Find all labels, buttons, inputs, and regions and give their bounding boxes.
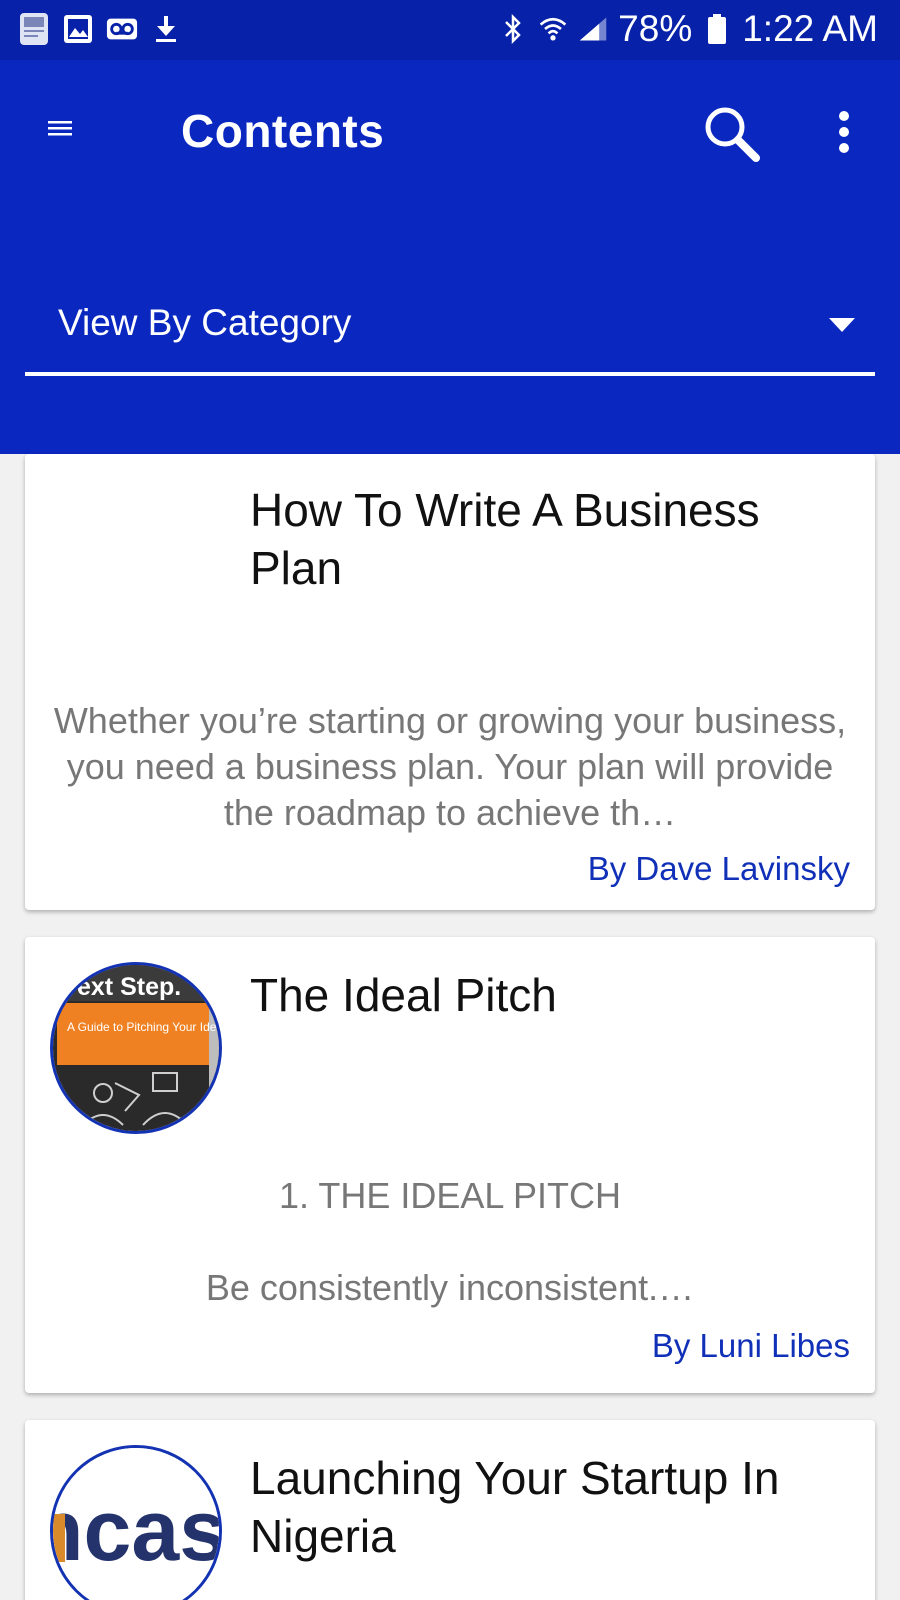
clock: 1:22 AM [742, 8, 878, 49]
battery-percentage: 78% [618, 8, 693, 49]
system-status: 78% 1:22 AM [498, 8, 878, 50]
thumbnail-header-text: ext Step. [77, 973, 181, 1001]
voicemail-icon [106, 12, 138, 46]
article-title: The Ideal Pitch [250, 969, 557, 1021]
bible-icon [18, 12, 50, 46]
more-options-button[interactable] [822, 104, 866, 160]
article-description: Be consistently inconsistent.… [205, 1267, 695, 1308]
article-author[interactable]: By Dave Lavinsky [588, 850, 850, 888]
image-icon [62, 12, 94, 46]
article-title: How To Write A Business Plan [250, 484, 760, 594]
signal-icon [578, 9, 608, 49]
battery-icon [702, 9, 732, 49]
article-author[interactable]: By Luni Libes [652, 1327, 850, 1365]
menu-button[interactable] [40, 108, 80, 148]
thumbnail-cover-text: A Guide to Pitching Your Idea [67, 1020, 222, 1034]
category-dropdown-label: View By Category [58, 302, 352, 343]
category-band: View By Category [0, 200, 900, 454]
status-bar: 78% 1:22 AM [0, 0, 900, 60]
category-dropdown[interactable]: View By Category [25, 288, 875, 376]
bluetooth-icon [498, 9, 528, 49]
dropdown-arrow-icon [829, 318, 855, 332]
wifi-icon [538, 9, 568, 49]
article-card[interactable]: ncas Launching Your Startup In Nigeria [25, 1420, 875, 1600]
article-subheading: 1. THE IDEAL PITCH [278, 1175, 622, 1216]
search-icon [705, 107, 760, 162]
article-title: Launching Your Startup In Nigeria [250, 1452, 780, 1562]
page-title: Contents [181, 105, 385, 157]
article-thumbnail: ext Step. A Guide to Pitching Your Idea [50, 962, 222, 1134]
article-card[interactable]: ext Step. A Guide to Pitching Your Idea … [25, 937, 875, 1393]
hamburger-icon [48, 121, 72, 136]
more-vert-icon [839, 111, 849, 153]
article-card[interactable]: How To Write A Business Plan Whether you… [25, 454, 875, 910]
app-bar: Contents [0, 60, 900, 200]
thumbnail-logo-text: ncas [53, 1483, 222, 1579]
notification-icons [18, 12, 182, 46]
search-button[interactable] [700, 102, 762, 164]
download-icon [150, 12, 182, 46]
article-description: Whether you’re starting or growing your … [53, 700, 847, 834]
article-thumbnail: ncas [50, 1445, 222, 1600]
